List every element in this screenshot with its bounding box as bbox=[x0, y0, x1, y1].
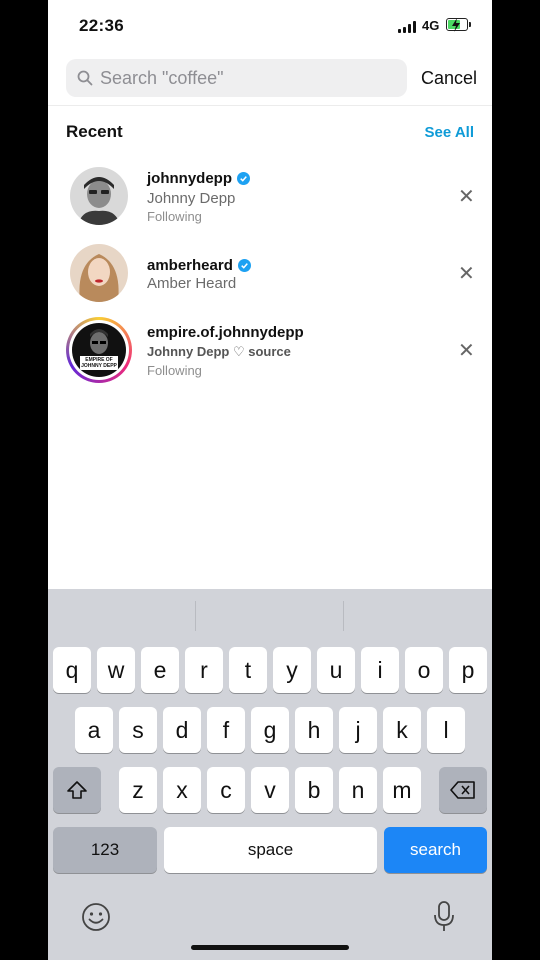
key[interactable]: z bbox=[119, 767, 157, 813]
key[interactable]: j bbox=[339, 707, 377, 753]
key[interactable]: e bbox=[141, 647, 179, 693]
full-name: Johnny Depp ♡ source bbox=[147, 344, 291, 359]
key[interactable]: m bbox=[383, 767, 421, 813]
keyboard: q w e r t y u i o p a s d f g h j k l z … bbox=[48, 589, 492, 960]
avatar: EMPIRE OF JOHNNY DEPP bbox=[66, 317, 132, 383]
backspace-key[interactable] bbox=[439, 767, 487, 813]
emoji-icon[interactable] bbox=[81, 902, 111, 937]
search-key[interactable]: search bbox=[384, 827, 487, 873]
avatar bbox=[70, 244, 128, 302]
recent-item[interactable]: amberheard Amber Heard ✕ bbox=[48, 237, 492, 309]
search-bar[interactable] bbox=[66, 59, 407, 97]
key[interactable]: n bbox=[339, 767, 377, 813]
key[interactable]: p bbox=[449, 647, 487, 693]
key[interactable]: s bbox=[119, 707, 157, 753]
key[interactable]: x bbox=[163, 767, 201, 813]
key[interactable]: o bbox=[405, 647, 443, 693]
key[interactable]: k bbox=[383, 707, 421, 753]
header-divider bbox=[48, 105, 492, 106]
key[interactable]: q bbox=[53, 647, 91, 693]
space-key[interactable]: space bbox=[164, 827, 377, 873]
key[interactable]: f bbox=[207, 707, 245, 753]
key[interactable]: t bbox=[229, 647, 267, 693]
signal-icon bbox=[398, 21, 416, 33]
key[interactable]: g bbox=[251, 707, 289, 753]
avatar-caption: EMPIRE OF JOHNNY DEPP bbox=[80, 356, 118, 370]
key[interactable]: y bbox=[273, 647, 311, 693]
numbers-key[interactable]: 123 bbox=[53, 827, 157, 873]
search-icon bbox=[77, 70, 93, 86]
follow-status: Following bbox=[147, 209, 202, 224]
home-indicator[interactable] bbox=[191, 945, 349, 950]
cancel-button[interactable]: Cancel bbox=[421, 68, 477, 89]
full-name: Amber Heard bbox=[147, 275, 237, 292]
avatar bbox=[70, 167, 128, 225]
microphone-icon[interactable] bbox=[433, 900, 455, 939]
suggestion-divider bbox=[195, 601, 196, 631]
key[interactable]: u bbox=[317, 647, 355, 693]
search-input[interactable] bbox=[100, 59, 390, 97]
key[interactable]: r bbox=[185, 647, 223, 693]
suggestion-divider bbox=[343, 601, 344, 631]
recent-item[interactable]: johnnydepp Johnny Depp Following ✕ bbox=[48, 160, 492, 232]
key[interactable]: b bbox=[295, 767, 333, 813]
key[interactable]: i bbox=[361, 647, 399, 693]
username: johnnydepp bbox=[147, 170, 250, 187]
see-all-link[interactable]: See All bbox=[425, 124, 474, 141]
status-time: 22:36 bbox=[79, 16, 124, 35]
key[interactable]: w bbox=[97, 647, 135, 693]
remove-close-icon[interactable]: ✕ bbox=[458, 264, 475, 284]
verified-badge-icon bbox=[237, 172, 250, 185]
key[interactable]: c bbox=[207, 767, 245, 813]
key[interactable]: l bbox=[427, 707, 465, 753]
full-name: Johnny Depp bbox=[147, 190, 236, 207]
shift-key[interactable] bbox=[53, 767, 101, 813]
backspace-icon bbox=[450, 781, 475, 799]
battery-icon bbox=[446, 18, 471, 32]
follow-status: Following bbox=[147, 363, 202, 378]
key[interactable]: d bbox=[163, 707, 201, 753]
remove-close-icon[interactable]: ✕ bbox=[458, 341, 475, 361]
key[interactable]: h bbox=[295, 707, 333, 753]
shift-icon bbox=[67, 781, 87, 799]
verified-badge-icon bbox=[237, 259, 251, 272]
key[interactable]: a bbox=[75, 707, 113, 753]
key[interactable]: v bbox=[251, 767, 289, 813]
recent-title: Recent bbox=[66, 122, 123, 141]
remove-close-icon[interactable]: ✕ bbox=[458, 187, 475, 207]
phone-screen: 22:36 4G Cancel Recent See All bbox=[48, 0, 492, 960]
recent-item[interactable]: EMPIRE OF JOHNNY DEPP empire.of.johnnyde… bbox=[48, 314, 492, 386]
username: amberheard bbox=[147, 257, 251, 274]
network-label: 4G bbox=[422, 18, 440, 33]
username: empire.of.johnnydepp bbox=[147, 324, 304, 341]
